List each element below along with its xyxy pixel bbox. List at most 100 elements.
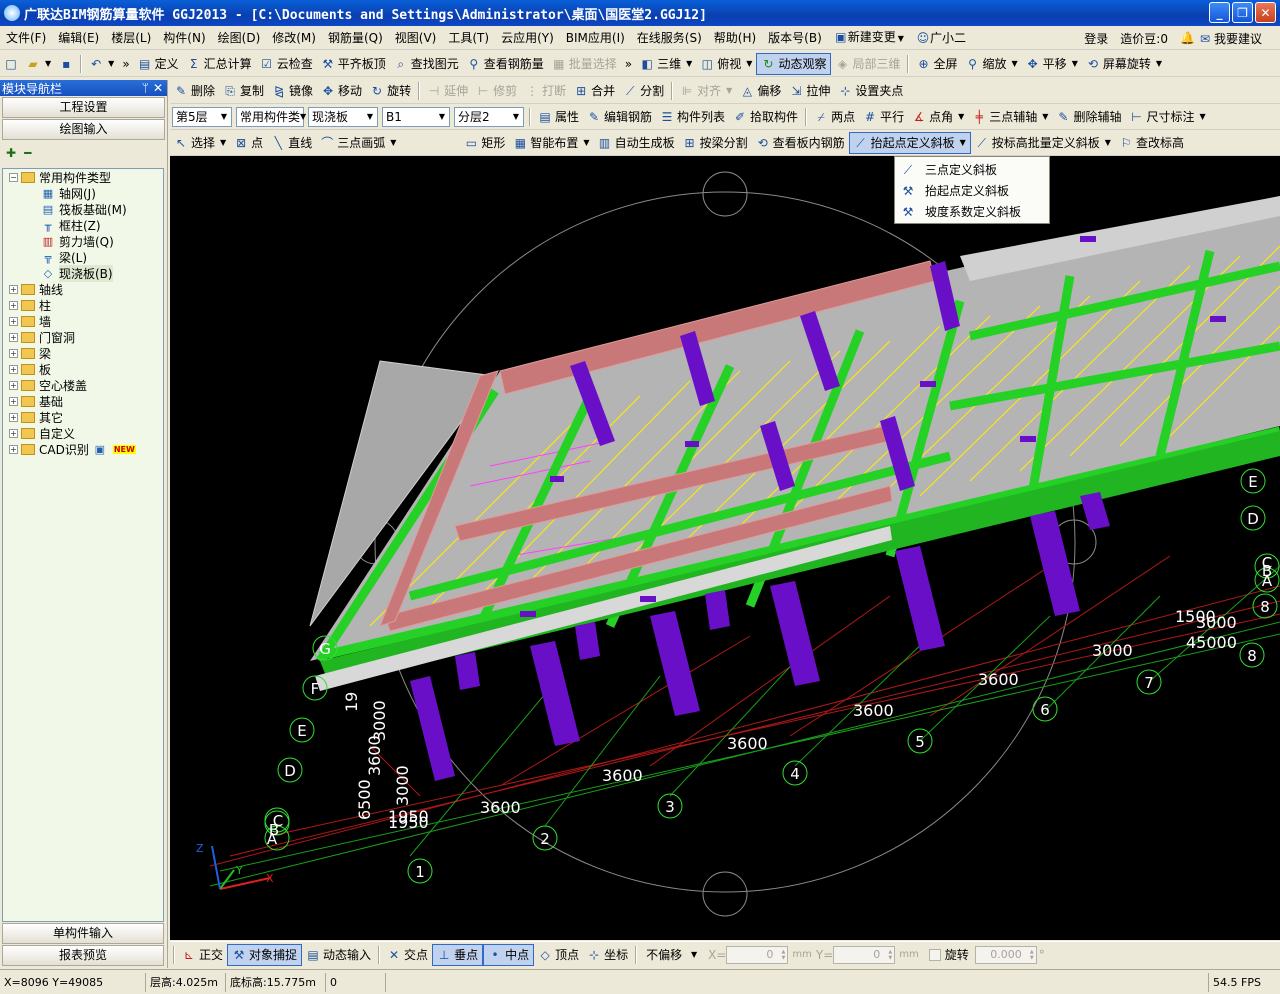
flush-slab-top-button[interactable]: ⚒ 平齐板顶 xyxy=(317,53,390,75)
menu-file[interactable]: 文件(F) xyxy=(0,26,52,50)
three-point-arc-button[interactable]: ⌒ 三点画弧 ▼ xyxy=(316,132,400,154)
tree-item-grid[interactable]: ▦ 轴网(J) xyxy=(3,185,163,201)
split-by-beam-button[interactable]: ⊞ 按梁分割 xyxy=(679,132,752,154)
expand-icon[interactable]: + xyxy=(9,412,18,422)
expand-icon[interactable]: + xyxy=(9,348,18,358)
x-offset-input[interactable]: 0 xyxy=(726,945,789,964)
view-plan-button[interactable]: ◫ 俯视 ▼ xyxy=(696,53,756,75)
minimize-button[interactable]: _ xyxy=(1209,2,1230,23)
two-points-button[interactable]: ⌿ 两点 xyxy=(810,106,859,128)
collapse-all-icon[interactable]: ━ xyxy=(24,146,31,160)
panel-close-icon[interactable]: ✕ xyxy=(153,81,163,95)
expand-icon[interactable]: + xyxy=(9,444,18,454)
tree-item-column[interactable]: ╥ 框柱(Z) xyxy=(3,217,163,233)
stretch-button[interactable]: ⇲ 拉伸 xyxy=(785,80,834,102)
rotate-input[interactable]: 0.000 xyxy=(974,945,1037,964)
single-input-button[interactable]: 单构件输入 xyxy=(2,923,164,944)
close-button[interactable]: ✕ xyxy=(1255,2,1276,23)
rectangle-button[interactable]: ▭ 矩形 xyxy=(460,132,509,154)
undo-button[interactable]: ↶ ▼ xyxy=(85,53,118,75)
local-3d-button[interactable]: ◈ 局部三维 xyxy=(831,53,904,75)
mirror-button[interactable]: ⧎ 镜像 xyxy=(268,80,317,102)
expand-icon[interactable]: + xyxy=(9,316,18,326)
bell-icon[interactable]: 🔔 xyxy=(1174,31,1195,45)
pick-component-button[interactable]: ✐ 拾取构件 xyxy=(729,106,802,128)
toolbar-overflow-2[interactable]: » xyxy=(621,53,636,75)
toolbar-overflow[interactable]: » xyxy=(118,53,133,75)
trim-button[interactable]: ⊢ 修剪 xyxy=(472,80,521,102)
rotate-checkbox[interactable] xyxy=(928,948,941,961)
full-screen-button[interactable]: ⊕ 全屏 xyxy=(912,53,961,75)
dropdown-item-three-point[interactable]: ⟋ 三点定义斜板 xyxy=(895,159,1049,180)
modify-elev-button[interactable]: ⚐ 查改标高 xyxy=(1115,132,1188,154)
y-offset-input[interactable]: 0 xyxy=(833,945,896,964)
tree-item-raft[interactable]: ▤ 筏板基础(M) xyxy=(3,201,163,217)
component-type-select[interactable]: 常用构件类 ▼ xyxy=(236,106,306,127)
view-slab-rebar-button[interactable]: ⟲ 查看板内钢筋 xyxy=(752,132,849,154)
dropdown-item-slope-factor[interactable]: ⚒ 坡度系数定义斜板 xyxy=(895,201,1049,222)
tree-group-other[interactable]: + 其它 xyxy=(3,409,163,425)
point-angle-button[interactable]: ∡ 点角 ▼ xyxy=(908,106,968,128)
menu-help[interactable]: 帮助(H) xyxy=(708,26,762,50)
expand-icon[interactable]: + xyxy=(9,396,18,406)
parallel-button[interactable]: # 平行 xyxy=(859,106,908,128)
expand-icon[interactable]: + xyxy=(9,300,18,310)
pan-button[interactable]: ✥ 平移 ▼ xyxy=(1022,53,1082,75)
ortho-toggle[interactable]: ⊾ 正交 xyxy=(178,944,227,966)
tree-group-beam[interactable]: + 梁 xyxy=(3,345,163,361)
coordinate-toggle[interactable]: ⊹ 坐标 xyxy=(583,944,632,966)
menu-floor[interactable]: 楼层(L) xyxy=(105,26,157,50)
extend-button[interactable]: ⊣ 延伸 xyxy=(423,80,472,102)
expand-all-icon[interactable]: ✚ xyxy=(6,146,16,160)
property-button[interactable]: ▤ 属性 xyxy=(534,106,583,128)
tree-group-hollow-floor[interactable]: + 空心楼盖 xyxy=(3,377,163,393)
report-preview-button[interactable]: 报表预览 xyxy=(2,945,164,966)
menu-cloud[interactable]: 云应用(Y) xyxy=(495,26,560,50)
expand-icon[interactable]: + xyxy=(9,364,18,374)
dynamic-input-toggle[interactable]: ▤ 动态输入 xyxy=(302,944,375,966)
menu-view[interactable]: 视图(V) xyxy=(389,26,443,50)
screen-rotate-button[interactable]: ⟲ 屏幕旋转 ▼ xyxy=(1082,53,1166,75)
new-change-button[interactable]: ▣新建变更 ▼ xyxy=(828,25,910,51)
define-button[interactable]: ▤ 定义 xyxy=(134,53,183,75)
grip-points-button[interactable]: ⊹ 设置夹点 xyxy=(834,80,907,102)
split-button[interactable]: ⟋ 分割 xyxy=(619,80,668,102)
assistant-button[interactable]: ☺广小二 xyxy=(910,26,972,50)
perpendicular-toggle[interactable]: ⊥ 垂点 xyxy=(432,943,484,966)
restore-button[interactable]: ❐ xyxy=(1232,2,1253,23)
floor-select[interactable]: 第5层 ▼ xyxy=(172,106,232,127)
menu-draw[interactable]: 绘图(D) xyxy=(212,26,267,50)
tree-item-slab[interactable]: ◇ 现浇板(B) xyxy=(3,264,163,282)
menu-version[interactable]: 版本号(B) xyxy=(762,26,828,50)
batch-select-button[interactable]: ▦ 批量选择 xyxy=(548,53,621,75)
view-3d-button[interactable]: ◧ 三维 ▼ xyxy=(636,53,696,75)
auto-generate-button[interactable]: ▥ 自动生成板 xyxy=(594,132,679,154)
point-button[interactable]: ⊠ 点 xyxy=(230,132,267,154)
dropdown-item-raise-point[interactable]: ⚒ 抬起点定义斜板 xyxy=(895,180,1049,201)
menu-edit[interactable]: 编辑(E) xyxy=(52,26,105,50)
component-list-button[interactable]: ☰ 构件列表 xyxy=(656,106,729,128)
menu-rebar-qty[interactable]: 钢筋量(Q) xyxy=(322,26,389,50)
menu-online[interactable]: 在线服务(S) xyxy=(631,26,708,50)
offset-button[interactable]: ◬ 偏移 xyxy=(736,80,785,102)
menu-component[interactable]: 构件(N) xyxy=(157,26,211,50)
delete-aux-button[interactable]: ✎ 删除辅轴 xyxy=(1052,106,1125,128)
merge-button[interactable]: ⊞ 合并 xyxy=(570,80,619,102)
expand-icon[interactable]: + xyxy=(9,380,18,390)
batch-slope-button[interactable]: ⟋ 按标高批量定义斜板 ▼ xyxy=(971,132,1115,154)
tree-group-openings[interactable]: + 门窗洞 xyxy=(3,329,163,345)
expand-icon[interactable]: + xyxy=(9,284,18,294)
copy-button[interactable]: ⎘ 复制 xyxy=(219,80,268,102)
3d-viewport[interactable]: 1 2 3 4 5 6 7 8 8 A B C D E F G E D C B … xyxy=(170,156,1280,940)
break-button[interactable]: ⋮ 打断 xyxy=(521,80,570,102)
pin-icon[interactable]: ᛘ xyxy=(142,81,149,95)
raise-point-slope-button[interactable]: ⟋ 抬起点定义斜板 ▼ xyxy=(848,131,971,154)
midpoint-toggle[interactable]: • 中点 xyxy=(483,943,535,966)
open-file-button[interactable]: ▰ ▼ xyxy=(22,53,55,75)
vertex-toggle[interactable]: ◇ 顶点 xyxy=(534,944,583,966)
three-point-aux-button[interactable]: ╪ 三点辅轴 ▼ xyxy=(968,106,1052,128)
project-settings-button[interactable]: 工程设置 xyxy=(2,97,165,118)
menu-bim[interactable]: BIM应用(I) xyxy=(560,26,631,50)
sum-calc-button[interactable]: Σ 汇总计算 xyxy=(183,53,256,75)
dynamic-observe-button[interactable]: ↻ 动态观察 xyxy=(756,52,832,75)
